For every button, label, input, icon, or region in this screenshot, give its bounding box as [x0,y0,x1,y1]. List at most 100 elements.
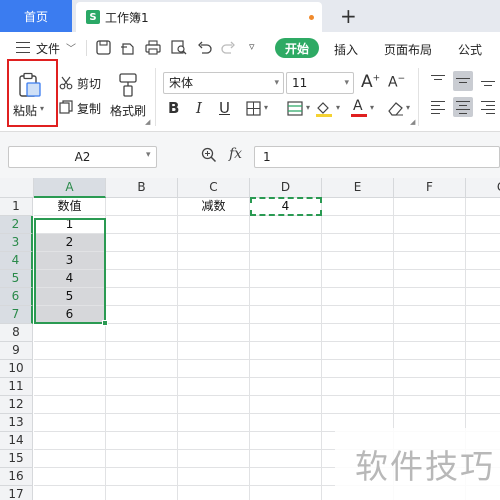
cell-b13[interactable] [106,414,178,432]
clipboard-group-expand-icon[interactable]: ◢ [145,118,150,126]
cell-d17[interactable] [250,486,322,500]
row-header-13[interactable]: 13 [0,414,33,432]
cell-e5[interactable] [322,270,394,288]
column-header-d[interactable]: D [250,178,322,198]
cell-g12[interactable] [466,396,500,414]
fill-color-icon[interactable] [314,100,334,118]
redo-icon[interactable] [221,41,236,54]
cell-d12[interactable] [250,396,322,414]
cell-b6[interactable] [106,288,178,306]
align-middle-button[interactable] [453,71,473,91]
column-header-c[interactable]: C [178,178,250,198]
print-preview-icon[interactable] [171,40,187,55]
cell-b1[interactable] [106,198,178,216]
borders-icon[interactable] [246,101,261,116]
merge-cells-icon[interactable] [287,101,303,116]
cell-a17[interactable] [34,486,106,500]
column-header-b[interactable]: B [106,178,178,198]
column-header-g[interactable]: G [466,178,500,198]
cell-g3[interactable] [466,234,500,252]
column-header-e[interactable]: E [322,178,394,198]
cell-f10[interactable] [394,360,466,378]
cell-e9[interactable] [322,342,394,360]
cell-g11[interactable] [466,378,500,396]
cell-c1[interactable]: 减数 [178,198,250,216]
cell-b4[interactable] [106,252,178,270]
menu-formula[interactable]: 公式 [458,41,482,58]
cell-f9[interactable] [394,342,466,360]
column-header-a[interactable]: A [34,178,106,198]
cell-f8[interactable] [394,324,466,342]
cell-c15[interactable] [178,450,250,468]
cell-a14[interactable] [34,432,106,450]
cell-a12[interactable] [34,396,106,414]
row-header-12[interactable]: 12 [0,396,33,414]
eraser-icon[interactable] [387,101,404,116]
row-header-9[interactable]: 9 [0,342,33,360]
clear-dropdown-icon[interactable]: ▾ [406,103,410,112]
cell-b7[interactable] [106,306,178,324]
menu-page-layout[interactable]: 页面布局 [384,41,432,58]
cell-f5[interactable] [394,270,466,288]
cell-f11[interactable] [394,378,466,396]
cell-a13[interactable] [34,414,106,432]
tab-workbook[interactable]: S 工作簿1 [76,2,322,32]
paste-dropdown-icon[interactable]: ▾ [40,104,44,113]
row-header-6[interactable]: 6 [0,288,33,306]
cell-b3[interactable] [106,234,178,252]
paste-icon[interactable] [17,72,43,98]
cell-e4[interactable] [322,252,394,270]
borders-dropdown-icon[interactable]: ▾ [264,103,268,112]
cell-a11[interactable] [34,378,106,396]
row-header-4[interactable]: 4 [0,252,33,270]
cell-b16[interactable] [106,468,178,486]
cell-e2[interactable] [322,216,394,234]
cell-c6[interactable] [178,288,250,306]
cell-b15[interactable] [106,450,178,468]
cell-f12[interactable] [394,396,466,414]
cell-b12[interactable] [106,396,178,414]
row-header-16[interactable]: 16 [0,468,33,486]
cell-e11[interactable] [322,378,394,396]
align-center-button[interactable] [453,97,473,117]
tab-home[interactable]: 首页 [0,0,72,32]
cell-e3[interactable] [322,234,394,252]
menu-start[interactable]: 开始 [275,38,319,58]
cell-e10[interactable] [322,360,394,378]
align-top-button[interactable] [428,71,448,91]
cell-e7[interactable] [322,306,394,324]
cell-c3[interactable] [178,234,250,252]
cell-g6[interactable] [466,288,500,306]
cell-e6[interactable] [322,288,394,306]
font-name-select[interactable]: 宋体 ▾ [163,72,284,94]
cell-g8[interactable] [466,324,500,342]
cell-b11[interactable] [106,378,178,396]
copy-button[interactable]: 复制 [77,100,101,117]
insert-function-button[interactable]: fx [229,146,242,162]
row-header-11[interactable]: 11 [0,378,33,396]
row-header-2[interactable]: 2 [0,216,33,234]
fill-color-dropdown-icon[interactable]: ▾ [336,103,340,112]
font-color-dropdown-icon[interactable]: ▾ [370,103,374,112]
bold-button[interactable]: B [168,99,179,117]
cell-d15[interactable] [250,450,322,468]
print-icon[interactable] [145,40,161,55]
cell-b17[interactable] [106,486,178,500]
new-tab-button[interactable]: + [340,4,357,28]
cell-c5[interactable] [178,270,250,288]
chevron-down-icon[interactable]: ▾ [146,150,151,160]
cell-g7[interactable] [466,306,500,324]
row-header-7[interactable]: 7 [0,306,33,324]
cell-f7[interactable] [394,306,466,324]
cell-f3[interactable] [394,234,466,252]
cell-a16[interactable] [34,468,106,486]
row-header-5[interactable]: 5 [0,270,33,288]
cell-d2[interactable] [250,216,322,234]
cell-c7[interactable] [178,306,250,324]
cell-c4[interactable] [178,252,250,270]
cell-d3[interactable] [250,234,322,252]
row-header-3[interactable]: 3 [0,234,33,252]
cell-d10[interactable] [250,360,322,378]
name-box[interactable]: A2 [8,146,157,168]
row-header-1[interactable]: 1 [0,198,33,216]
